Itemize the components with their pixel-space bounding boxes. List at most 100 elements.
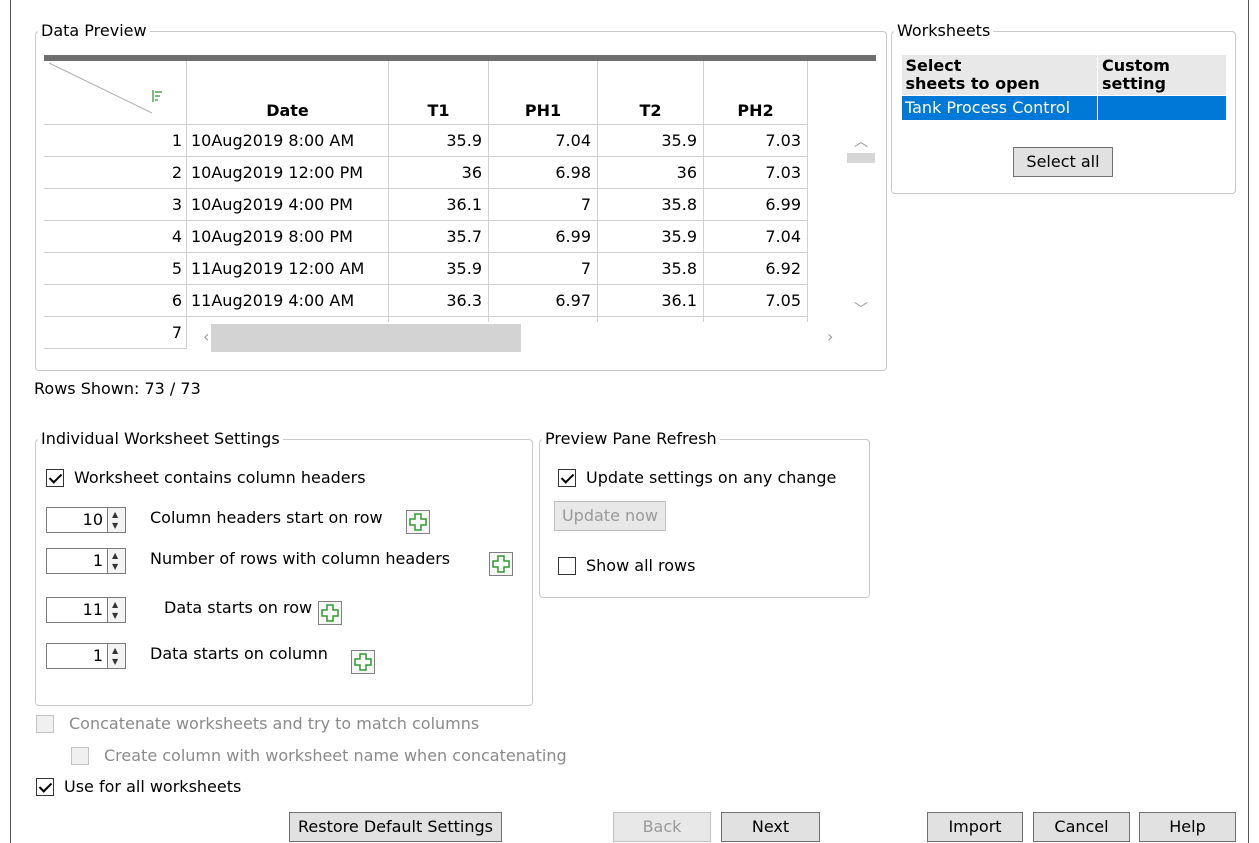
concatenate-checkbox[interactable] (36, 715, 54, 733)
cancel-button[interactable]: Cancel (1033, 812, 1130, 842)
column-header-ph2[interactable]: PH2 (704, 61, 808, 125)
table-cell-date[interactable]: 10Aug2019 4:00 PM (187, 189, 389, 221)
scroll-left-icon[interactable]: ‹ (203, 327, 209, 346)
row-number-cell[interactable]: 7 (44, 317, 187, 349)
next-button[interactable]: Next (721, 812, 820, 842)
use-all-worksheets-label[interactable]: Use for all worksheets (64, 777, 241, 796)
table-cell-ph2[interactable]: 7.04 (704, 221, 808, 253)
table-cell-t2[interactable]: 36.1 (598, 285, 704, 317)
table-row[interactable]: 4 10Aug2019 8:00 PM 35.7 6.99 35.9 7.04 (44, 221, 814, 253)
create-column-checkbox[interactable] (71, 747, 89, 765)
table-cell-ph2[interactable]: 7.05 (704, 285, 808, 317)
create-column-label[interactable]: Create column with worksheet name when c… (104, 746, 567, 765)
spin-down-icon[interactable]: ▼ (112, 563, 118, 571)
scroll-right-icon[interactable]: › (827, 327, 833, 346)
table-cell-t2[interactable]: 36 (598, 157, 704, 189)
header-rows-stepper[interactable]: 1 ▲ ▼ (46, 548, 134, 574)
update-on-change-label[interactable]: Update settings on any change (586, 468, 836, 487)
contains-headers-label[interactable]: Worksheet contains column headers (74, 468, 366, 487)
column-header-ph1[interactable]: PH1 (489, 61, 598, 125)
data-start-col-arrows[interactable]: ▲ ▼ (108, 643, 126, 669)
table-row[interactable]: 5 11Aug2019 12:00 AM 35.9 7 35.8 6.92 (44, 253, 814, 285)
worksheet-row[interactable]: Tank Process Control (901, 95, 1227, 121)
table-cell-ph2[interactable]: 6.92 (704, 253, 808, 285)
table-cell-ph2[interactable]: 6.99 (704, 189, 808, 221)
grid-horizontal-scrollbar[interactable]: ‹ › (187, 322, 847, 354)
data-start-col-input[interactable]: 1 (46, 643, 108, 669)
table-row[interactable]: 2 10Aug2019 12:00 PM 36 6.98 36 7.03 (44, 157, 814, 189)
spin-down-icon[interactable]: ▼ (112, 658, 118, 666)
use-all-worksheets-checkbox[interactable] (36, 778, 54, 796)
header-start-input[interactable]: 10 (46, 507, 108, 533)
import-button[interactable]: Import (927, 812, 1023, 842)
table-cell-date[interactable]: 11Aug2019 12:00 AM (187, 253, 389, 285)
table-cell-t1[interactable]: 35.9 (389, 253, 489, 285)
select-all-button[interactable]: Select all (1013, 147, 1113, 177)
header-rows-pick-button[interactable] (489, 552, 513, 576)
header-start-arrows[interactable]: ▲ ▼ (108, 507, 126, 533)
vertical-scroll-thumb[interactable] (847, 153, 875, 163)
table-cell-t2[interactable]: 35.8 (598, 253, 704, 285)
restore-defaults-button[interactable]: Restore Default Settings (289, 812, 502, 842)
show-all-rows-checkbox[interactable] (558, 557, 576, 575)
table-cell-ph2[interactable]: 7.03 (704, 157, 808, 189)
table-cell-t1[interactable]: 36 (389, 157, 489, 189)
table-row[interactable]: 1 10Aug2019 8:00 AM 35.9 7.04 35.9 7.03 (44, 125, 814, 157)
help-button[interactable]: Help (1139, 812, 1236, 842)
table-cell-ph1[interactable]: 7.04 (489, 125, 598, 157)
contains-headers-checkbox[interactable] (46, 469, 64, 487)
show-all-rows-label[interactable]: Show all rows (586, 556, 695, 575)
spin-down-icon[interactable]: ▼ (112, 612, 118, 620)
row-number-cell[interactable]: 2 (44, 157, 187, 189)
grid-corner[interactable] (44, 61, 187, 125)
column-header-t2[interactable]: T2 (598, 61, 704, 125)
table-cell-t1[interactable]: 35.9 (389, 125, 489, 157)
table-cell-date[interactable]: 10Aug2019 8:00 AM (187, 125, 389, 157)
table-cell-ph1[interactable]: 7 (489, 253, 598, 285)
row-number-cell[interactable]: 4 (44, 221, 187, 253)
table-cell-t1[interactable]: 36.3 (389, 285, 489, 317)
scroll-up-icon[interactable]: ︿ (854, 131, 868, 151)
table-row[interactable]: 6 11Aug2019 4:00 AM 36.3 6.97 36.1 7.05 (44, 285, 814, 317)
spin-up-icon[interactable]: ▲ (112, 647, 118, 655)
column-header-t1[interactable]: T1 (389, 61, 489, 125)
back-button[interactable]: Back (613, 812, 711, 842)
worksheet-name-cell[interactable]: Tank Process Control (901, 95, 1098, 121)
data-start-row-pick-button[interactable] (318, 601, 342, 625)
header-rows-input[interactable]: 1 (46, 548, 108, 574)
column-header-date[interactable]: Date (187, 61, 389, 125)
header-start-stepper[interactable]: 10 ▲ ▼ (46, 507, 134, 533)
data-start-row-input[interactable]: 11 (46, 597, 108, 623)
update-now-button[interactable]: Update now (554, 501, 666, 531)
table-cell-date[interactable]: 10Aug2019 12:00 PM (187, 157, 389, 189)
spin-down-icon[interactable]: ▼ (112, 522, 118, 530)
table-cell-ph1[interactable]: 6.98 (489, 157, 598, 189)
table-cell-t2[interactable]: 35.9 (598, 221, 704, 253)
header-start-pick-button[interactable] (406, 510, 430, 534)
row-number-cell[interactable]: 6 (44, 285, 187, 317)
table-cell-ph1[interactable]: 7 (489, 189, 598, 221)
spin-up-icon[interactable]: ▲ (112, 511, 118, 519)
data-start-col-stepper[interactable]: 1 ▲ ▼ (46, 643, 134, 669)
table-cell-date[interactable]: 11Aug2019 4:00 AM (187, 285, 389, 317)
data-start-row-arrows[interactable]: ▲ ▼ (108, 597, 126, 623)
table-row[interactable]: 3 10Aug2019 4:00 PM 36.1 7 35.8 6.99 (44, 189, 814, 221)
grid-vertical-scrollbar[interactable]: ︿ ﹀ (846, 125, 876, 321)
spin-up-icon[interactable]: ▲ (112, 552, 118, 560)
data-start-col-pick-button[interactable] (351, 650, 375, 674)
concatenate-label[interactable]: Concatenate worksheets and try to match … (69, 714, 479, 733)
scroll-down-icon[interactable]: ﹀ (854, 299, 868, 319)
update-on-change-checkbox[interactable] (558, 469, 576, 487)
table-cell-ph1[interactable]: 6.99 (489, 221, 598, 253)
table-cell-ph2[interactable]: 7.03 (704, 125, 808, 157)
worksheet-custom-cell[interactable] (1097, 95, 1227, 121)
row-number-cell[interactable]: 1 (44, 125, 187, 157)
data-preview-grid[interactable]: Date T1 PH1 T2 PH2 1 10Aug2019 8:00 AM 35.… (44, 55, 876, 355)
row-number-cell[interactable]: 5 (44, 253, 187, 285)
spin-up-icon[interactable]: ▲ (112, 601, 118, 609)
row-number-cell[interactable]: 3 (44, 189, 187, 221)
header-rows-arrows[interactable]: ▲ ▼ (108, 548, 126, 574)
table-cell-t2[interactable]: 35.8 (598, 189, 704, 221)
horizontal-scroll-thumb[interactable] (211, 324, 521, 352)
table-cell-date[interactable]: 10Aug2019 8:00 PM (187, 221, 389, 253)
